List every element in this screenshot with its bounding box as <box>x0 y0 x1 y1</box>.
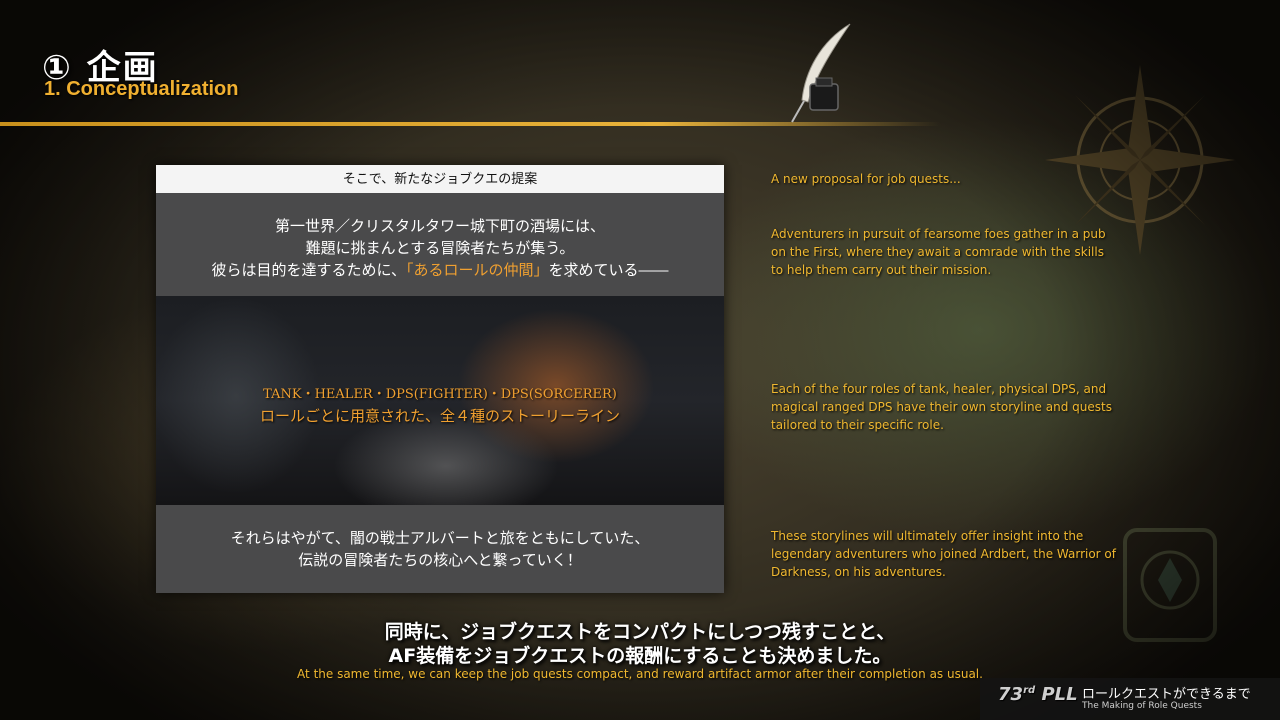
pll-label: PLL <box>1041 684 1078 705</box>
note-proposal: A new proposal for job quests... <box>771 172 961 186</box>
note-storylines: These storylines will ultimately offer i… <box>771 529 1116 579</box>
finale-line-2: 伝説の冒険者たちの核心へと繋っていく！ <box>298 551 582 569</box>
roles-caption: TANK・HEALER・DPS(FIGHTER)・DPS(SORCERER) ロ… <box>156 385 724 427</box>
speaker-subtitle: 同時に、ジョブクエストをコンパクトにしつつ残すことと、 AF装備をジョブクエスト… <box>0 620 1280 668</box>
intro-line-3: 彼らは目的を達するために、「あるロールの仲間」を求めている―― <box>156 259 724 281</box>
footer-badge: 73rd PLL ロールクエストができるまで The Making of Rol… <box>980 678 1280 720</box>
subtitle-line-2: AF装備をジョブクエストの報酬にすることも決めました。 <box>388 645 892 667</box>
intro-line-1: 第一世界／クリスタルタワー城下町の酒場には、 <box>274 217 605 235</box>
roles-line-1: TANK・HEALER・DPS(FIGHTER)・DPS(SORCERER) <box>263 387 617 402</box>
intro-line-3-highlight: 「あるロールの仲間」 <box>406 261 549 279</box>
pll-suffix: rd <box>1023 685 1036 696</box>
page-subtitle: 1. Conceptualization <box>44 78 239 100</box>
slide-header: そこで、新たなジョブクエの提案 <box>156 165 724 193</box>
intro-line-2: 難題に挑まんとする冒険者たちが集う。 <box>305 239 575 257</box>
footer-title-en: The Making of Role Quests <box>1082 701 1202 711</box>
footer-title-jp: ロールクエストができるまで <box>1082 687 1251 702</box>
note-roles: Each of the four roles of tank, healer, … <box>771 382 1112 432</box>
presentation-slide: そこで、新たなジョブクエの提案 第一世界／クリスタルタワー城下町の酒場には、 難… <box>156 165 724 593</box>
intro-line-3-post: を求めている―― <box>548 261 669 279</box>
quill-inkwell-icon <box>791 23 851 123</box>
pll-number: 73 <box>998 684 1024 705</box>
pll-logo: 73rd PLL <box>998 684 1078 705</box>
subtitle-line-1: 同時に、ジョブクエストをコンパクトにしつつ残すことと、 <box>384 621 896 643</box>
finale-line-1: それらはやがて、闇の戦士アルバートと旅をともにしていた、 <box>230 529 650 547</box>
slide-finale-text: それらはやがて、闇の戦士アルバートと旅をともにしていた、 伝説の冒険者たちの核心… <box>156 527 724 571</box>
slide-intro-text: 第一世界／クリスタルタワー城下町の酒場には、 難題に挑まんとする冒険者たちが集う… <box>156 215 724 281</box>
roles-line-2: ロールごとに用意された、全４種のストーリーライン <box>259 407 620 425</box>
note-adventurers: Adventurers in pursuit of fearsome foes … <box>771 227 1106 277</box>
intro-line-3-pre: 彼らは目的を達するために、 <box>211 261 407 279</box>
